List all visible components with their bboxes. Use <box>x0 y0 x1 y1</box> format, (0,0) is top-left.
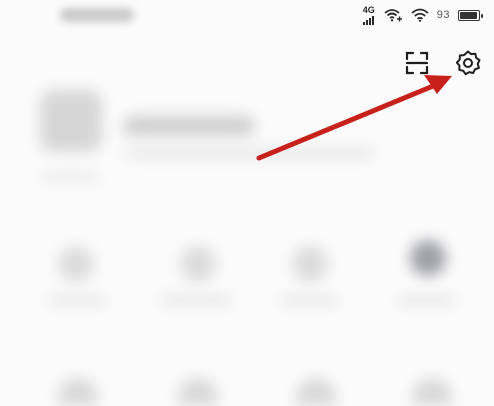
shortcut-item <box>58 246 94 282</box>
shortcut-item <box>292 246 328 282</box>
signal-bars-icon <box>362 15 375 25</box>
scan-icon <box>405 51 429 75</box>
shortcut-item <box>296 378 336 406</box>
shortcut-label-blurred <box>398 296 456 305</box>
profile-detail-blurred <box>40 172 100 182</box>
network-type-label: 4G <box>362 4 375 15</box>
profile-subtitle-blurred <box>124 148 374 158</box>
settings-button[interactable] <box>452 47 484 79</box>
shortcut-item <box>410 240 446 276</box>
wifi-icon <box>411 8 429 22</box>
battery-icon <box>458 9 483 21</box>
gear-icon <box>455 50 481 76</box>
annotation-arrow-shaft <box>256 81 441 161</box>
shortcut-label-blurred <box>280 296 338 305</box>
status-bar: 4G 93 <box>362 4 483 25</box>
avatar-blurred <box>40 90 102 152</box>
shortcut-item <box>180 246 216 282</box>
status-time-blurred <box>60 8 134 22</box>
shortcut-item <box>178 378 218 406</box>
username-blurred <box>124 116 254 136</box>
scan-button[interactable] <box>401 47 433 79</box>
wifi-plus-icon <box>384 9 402 22</box>
battery-percent: 93 <box>436 9 450 21</box>
shortcut-item <box>58 378 98 406</box>
shortcut-label-blurred <box>160 296 230 305</box>
shortcut-item <box>412 378 452 406</box>
cellular-signal: 4G <box>362 4 375 25</box>
shortcut-label-blurred <box>48 296 106 305</box>
